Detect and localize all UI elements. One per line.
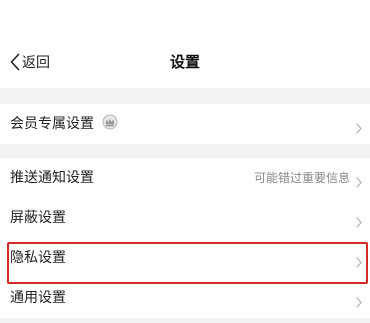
- push-notification-settings-row[interactable]: 推送通知设置 可能错过重要信息: [0, 158, 370, 198]
- chevron-right-icon: [356, 119, 362, 138]
- general-settings-section: 推送通知设置 可能错过重要信息 屏蔽设置 隐私设置 通用设置: [0, 158, 370, 318]
- crown-badge-icon: [102, 114, 118, 134]
- general-settings-label: 通用设置: [10, 290, 66, 306]
- chevron-right-icon: [356, 253, 362, 272]
- push-notification-settings-label: 推送通知设置: [10, 170, 94, 186]
- page-title: 设置: [169, 53, 200, 71]
- chevron-right-icon: [356, 213, 362, 232]
- block-settings-label: 屏蔽设置: [10, 210, 66, 226]
- push-notification-status-text: 可能错过重要信息: [253, 171, 350, 185]
- privacy-settings-label: 隐私设置: [10, 250, 66, 266]
- privacy-settings-row[interactable]: 隐私设置: [0, 238, 370, 278]
- settings-page: 返回 设置 会员专属设置 推送通知设置 可能错过重要信息 屏蔽设置 隐私设置 通…: [0, 0, 370, 323]
- chevron-right-icon: [356, 293, 362, 312]
- block-settings-row[interactable]: 屏蔽设置: [0, 198, 370, 238]
- top-nav-bar: 返回 设置: [0, 0, 370, 88]
- general-settings-row[interactable]: 通用设置: [0, 278, 370, 318]
- member-settings-row[interactable]: 会员专属设置: [0, 104, 370, 144]
- chevron-right-icon: [356, 173, 362, 192]
- member-settings-label: 会员专属设置: [10, 116, 94, 132]
- member-settings-section: 会员专属设置: [0, 104, 370, 144]
